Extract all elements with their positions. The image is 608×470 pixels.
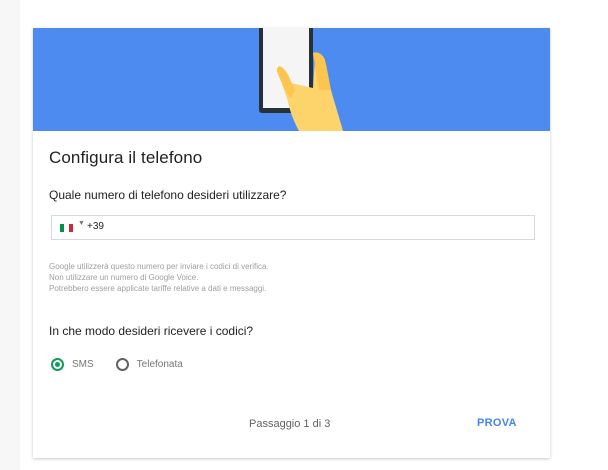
header-banner [33,28,550,131]
italy-flag-icon[interactable] [60,224,73,232]
call-radio[interactable] [115,357,129,371]
chevron-down-icon[interactable]: ▼ [78,220,85,227]
note-line: Google utilizzerà questo numero per invi… [49,262,269,271]
sms-radio[interactable] [51,357,64,371]
step-indicator: Passaggio 1 di 3 [249,418,331,430]
phone-number-input[interactable]: ▼ +39 [51,215,535,240]
note-line: Potrebbero essere applicate tariffe rela… [49,284,267,293]
note-line: Non utilizzare un numero di Google Voice… [49,273,199,282]
hand-holding-phone-icon [259,28,343,131]
sms-option[interactable]: SMS [51,357,94,371]
phone-info-note: Google utilizzerà questo numero per invi… [49,261,429,294]
phone-question-label: Quale numero di telefono desideri utiliz… [49,188,287,202]
sms-label[interactable]: SMS [72,359,94,370]
country-prefix: +39 [87,221,104,232]
method-question-label: In che modo desideri ricevere i codici? [49,324,254,338]
page-title: Configura il telefono [49,148,203,167]
try-button[interactable]: PROVA [477,417,517,429]
call-option[interactable]: Telefonata [115,357,183,371]
method-radio-group: SMS Telefonata [51,356,205,372]
setup-card: Configura il telefono Quale numero di te… [33,28,550,458]
call-label[interactable]: Telefonata [137,359,183,370]
